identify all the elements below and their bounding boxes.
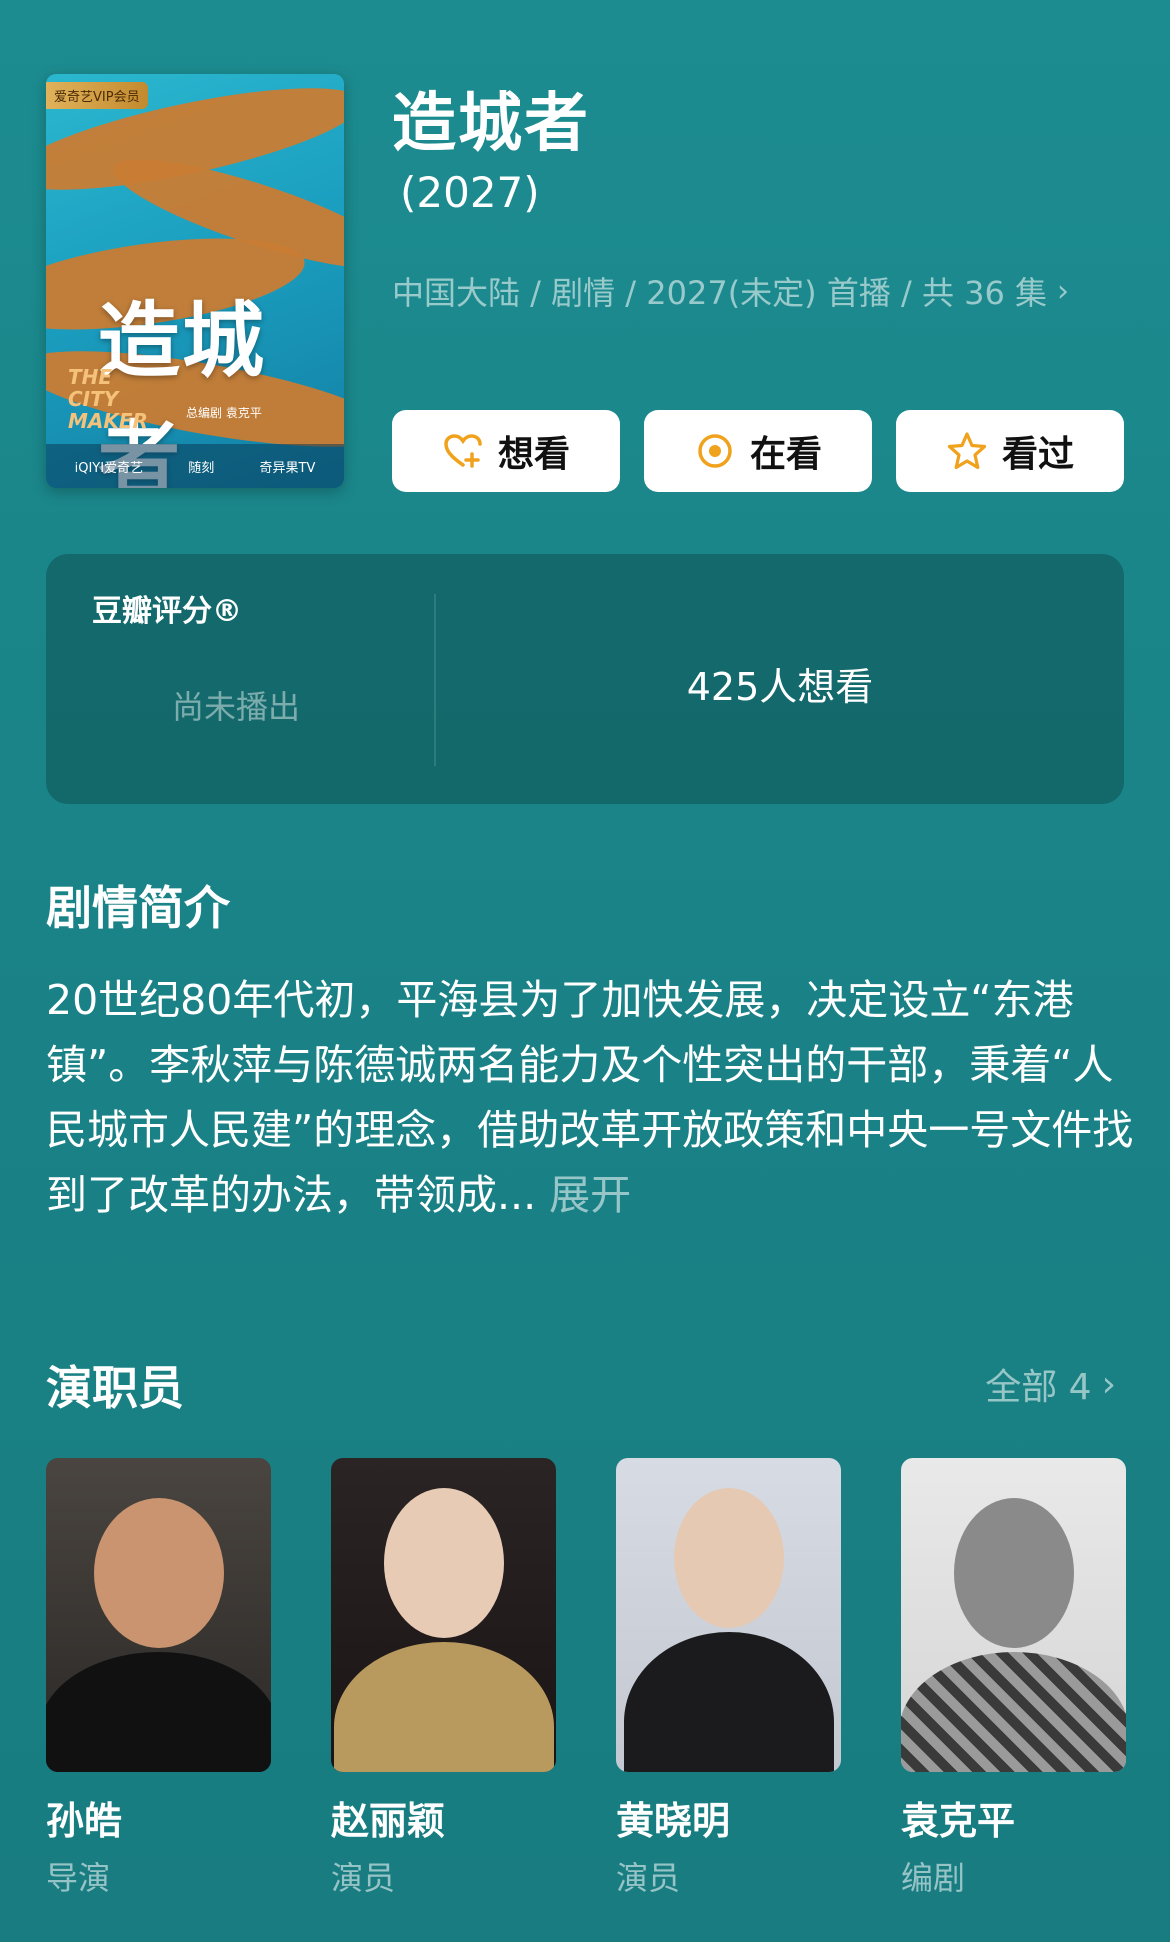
cast-name: 黄晓明: [616, 1799, 731, 1843]
cast-role: 编剧: [901, 1859, 966, 1897]
cast-title: 演职员: [46, 1361, 184, 1415]
show-meta-text: 中国大陆 / 剧情 / 2027(未定) 首播 / 共 36 集: [392, 274, 1048, 312]
poster-credit: 总编剧 袁克平: [186, 406, 262, 420]
cast-photo: [331, 1458, 556, 1772]
want-count: 425人想看: [686, 665, 874, 709]
cast-member[interactable]: 黄晓明 演员: [616, 1458, 841, 1899]
watched-label: 看过: [1001, 434, 1074, 475]
expand-link[interactable]: 展开: [549, 1171, 631, 1219]
cast-list: 孙皓 导演 赵丽颖 演员 黄晓明 演员 袁克平 编剧: [46, 1458, 1126, 1899]
cast-member[interactable]: 袁克平 编剧: [901, 1458, 1126, 1899]
watching-button[interactable]: 在看: [644, 410, 872, 492]
cast-photo: [46, 1458, 271, 1772]
show-meta[interactable]: 中国大陆 / 剧情 / 2027(未定) 首播 / 共 36 集 ›: [392, 268, 1069, 314]
rating-card[interactable]: 豆瓣评分® 尚未播出 425人想看: [46, 554, 1124, 804]
cast-all-link[interactable]: 全部 4 ›: [985, 1358, 1116, 1410]
cast-role: 演员: [616, 1859, 681, 1897]
poster-subtitle: THE CITY MAKER: [68, 365, 148, 433]
heart-plus-icon: [444, 434, 482, 468]
chevron-right-icon: ›: [1101, 1363, 1116, 1405]
watching-label: 在看: [749, 434, 822, 475]
cast-name: 孙皓: [46, 1799, 123, 1843]
cast-role: 导演: [46, 1859, 111, 1897]
poster-footer: iQIYI爱奇艺 随刻 奇异果TV: [46, 444, 344, 488]
poster-footer-item: 随刻: [188, 460, 215, 476]
synopsis-text-block: 20世纪80年代初，平海县为了加快发展，决定设立“东港镇”。李秋萍与陈德诚两名能…: [46, 968, 1136, 1228]
show-year: (2027): [400, 168, 540, 217]
show-title: 造城者: [392, 87, 590, 161]
cast-photo: [616, 1458, 841, 1772]
cast-role: 演员: [331, 1859, 396, 1897]
cast-member[interactable]: 孙皓 导演: [46, 1458, 271, 1899]
want-to-watch-label: 想看: [497, 434, 570, 475]
poster-vip-badge: 爱奇艺VIP会员: [46, 82, 148, 109]
cast-photo: [901, 1458, 1126, 1772]
cast-member[interactable]: 赵丽颖 演员: [331, 1458, 556, 1899]
cast-name: 赵丽颖: [331, 1799, 446, 1843]
movie-detail-page: 爱奇艺VIP会员 造城者 THE CITY MAKER 总编剧 袁克平 iQIY…: [0, 0, 1170, 1942]
watched-button[interactable]: 看过: [896, 410, 1124, 492]
want-to-watch-button[interactable]: 想看: [392, 410, 620, 492]
poster-footer-item: iQIYI爱奇艺: [74, 460, 144, 476]
rating-status: 尚未播出: [172, 688, 301, 726]
action-buttons: 想看 在看 看过: [392, 410, 1124, 492]
cast-all-label: 全部 4: [985, 1367, 1092, 1408]
chevron-right-icon: ›: [1057, 273, 1070, 309]
cast-name: 袁克平: [901, 1799, 1016, 1843]
rating-label: 豆瓣评分®: [92, 594, 242, 629]
poster-image[interactable]: 爱奇艺VIP会员 造城者 THE CITY MAKER 总编剧 袁克平 iQIY…: [46, 74, 344, 488]
target-icon: [698, 434, 732, 468]
star-icon: [947, 432, 987, 470]
synopsis-title: 剧情简介: [46, 881, 230, 935]
poster-footer-item: 奇异果TV: [259, 460, 316, 476]
